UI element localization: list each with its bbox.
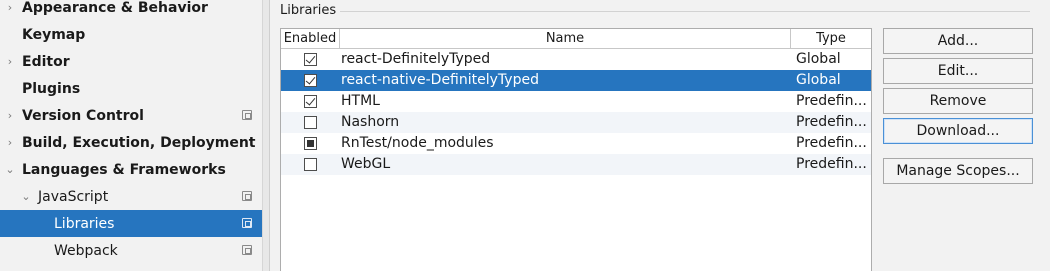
- tree-item-webpack[interactable]: Webpack: [0, 237, 262, 264]
- group-separator: [340, 11, 1030, 12]
- library-name: react-native-DefinitelyTyped: [341, 72, 539, 88]
- library-name: WebGL: [341, 156, 391, 172]
- enabled-checkbox[interactable]: [304, 158, 317, 171]
- tree-item-label: Editor: [22, 53, 70, 70]
- tree-item-libraries[interactable]: Libraries: [0, 210, 262, 237]
- tree-item-label: Libraries: [54, 215, 115, 232]
- table-row[interactable]: react-native-DefinitelyTyped Global: [281, 70, 871, 91]
- column-header-type[interactable]: Type: [791, 29, 871, 49]
- tree-item-version-control[interactable]: › Version Control: [0, 102, 262, 129]
- table-row[interactable]: RnTest/node_modules Predefin...: [281, 133, 871, 154]
- library-name: HTML: [341, 93, 380, 109]
- chevron-down-icon[interactable]: ⌄: [4, 163, 16, 176]
- chevron-down-icon[interactable]: ⌄: [20, 190, 32, 203]
- library-name: Nashorn: [341, 114, 400, 130]
- project-settings-icon: [242, 110, 252, 120]
- libraries-table: Enabled Name Type react-DefinitelyTyped …: [280, 28, 872, 271]
- tree-item-appearance-behavior[interactable]: › Appearance & Behavior: [0, 0, 262, 21]
- chevron-right-icon[interactable]: ›: [4, 109, 16, 122]
- enabled-checkbox[interactable]: [304, 116, 317, 129]
- library-type: Predefin...: [796, 135, 867, 151]
- library-type: Predefin...: [796, 93, 867, 109]
- chevron-right-icon[interactable]: ›: [4, 55, 16, 68]
- enabled-checkbox[interactable]: [304, 95, 317, 108]
- library-type: Predefin...: [796, 156, 867, 172]
- table-row[interactable]: HTML Predefin...: [281, 91, 871, 112]
- table-row[interactable]: WebGL Predefin...: [281, 154, 871, 175]
- library-name: RnTest/node_modules: [341, 135, 494, 151]
- table-row[interactable]: react-DefinitelyTyped Global: [281, 49, 871, 70]
- tree-item-build-execution-deployment[interactable]: › Build, Execution, Deployment: [0, 129, 262, 156]
- tree-item-label: Webpack: [54, 242, 118, 259]
- remove-button[interactable]: Remove: [883, 88, 1033, 114]
- table-row[interactable]: Nashorn Predefin...: [281, 112, 871, 133]
- edit-button[interactable]: Edit...: [883, 58, 1033, 84]
- panel-splitter[interactable]: [262, 0, 270, 271]
- column-header-enabled[interactable]: Enabled: [281, 29, 340, 49]
- tree-item-keymap[interactable]: Keymap: [0, 21, 262, 48]
- manage-scopes-button[interactable]: Manage Scopes...: [883, 158, 1033, 184]
- tree-item-label: Plugins: [22, 80, 81, 97]
- add-button[interactable]: Add...: [883, 28, 1033, 54]
- tree-item-label: Version Control: [22, 107, 144, 124]
- tree-item-plugins[interactable]: Plugins: [0, 75, 262, 102]
- library-type: Global: [796, 51, 841, 67]
- tree-item-label: Build, Execution, Deployment: [22, 134, 256, 151]
- tree-item-label: Languages & Frameworks: [22, 161, 226, 178]
- enabled-checkbox[interactable]: [304, 53, 317, 66]
- project-settings-icon: [242, 218, 252, 228]
- settings-tree: › Appearance & Behavior Keymap › Editor …: [0, 0, 262, 271]
- tree-item-label: Keymap: [22, 26, 86, 43]
- enabled-checkbox[interactable]: [304, 74, 317, 87]
- library-type: Global: [796, 72, 841, 88]
- tree-item-javascript[interactable]: ⌄ JavaScript: [0, 183, 262, 210]
- library-type: Predefin...: [796, 114, 867, 130]
- column-header-name[interactable]: Name: [340, 29, 791, 49]
- libraries-panel: Libraries Enabled Name Type react-Defini…: [270, 0, 1050, 271]
- project-settings-icon: [242, 245, 252, 255]
- tree-item-languages-frameworks[interactable]: ⌄ Languages & Frameworks: [0, 156, 262, 183]
- chevron-right-icon[interactable]: ›: [4, 136, 16, 149]
- project-settings-icon: [242, 191, 252, 201]
- tree-item-label: JavaScript: [38, 188, 109, 205]
- libraries-group-title: Libraries: [280, 3, 337, 18]
- tree-item-editor[interactable]: › Editor: [0, 48, 262, 75]
- enabled-checkbox[interactable]: [304, 137, 317, 150]
- tree-item-label: Appearance & Behavior: [22, 0, 208, 16]
- library-name: react-DefinitelyTyped: [341, 51, 491, 67]
- chevron-right-icon[interactable]: ›: [4, 1, 16, 14]
- download-button[interactable]: Download...: [883, 118, 1033, 144]
